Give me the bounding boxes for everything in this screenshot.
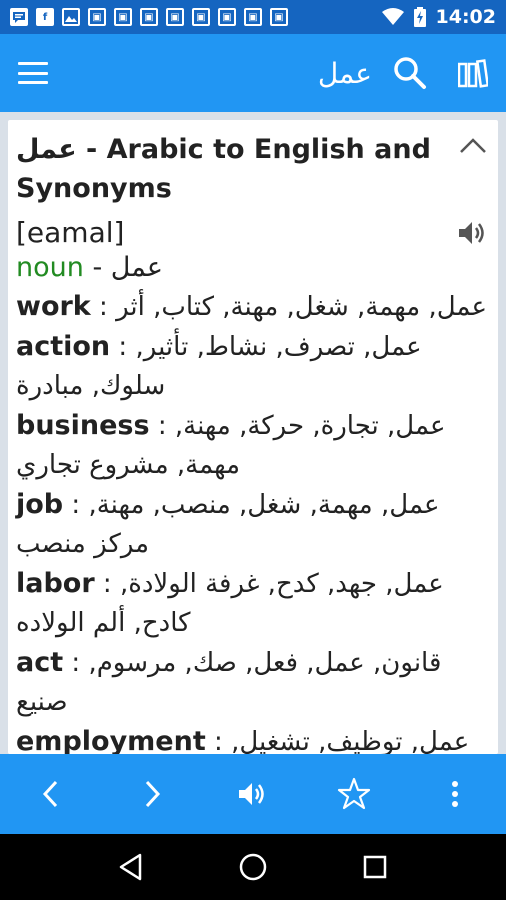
meaning-row: work : عمل, مهمة, شغل, مهنة, كتاب, أثر bbox=[16, 287, 488, 327]
meaning-row: job : عمل, مهمة, شغل, منصب, مهنة, مركز م… bbox=[16, 485, 488, 564]
content-area: عمل - Arabic to English and Synonyms [ea… bbox=[0, 112, 506, 754]
meaning-separator: : bbox=[90, 292, 117, 322]
meanings-list: work : عمل, مهمة, شغل, مهنة, كتاب, أثر ac… bbox=[16, 287, 488, 754]
meaning-separator: : bbox=[110, 332, 136, 362]
speak-button[interactable] bbox=[231, 772, 275, 816]
app-icon: ▣ bbox=[114, 8, 132, 26]
part-of-speech-row: noun - عمل bbox=[16, 249, 488, 287]
meaning-word[interactable]: work bbox=[16, 291, 91, 322]
app-icon: ▣ bbox=[218, 8, 236, 26]
speaker-icon bbox=[238, 783, 264, 805]
app-icon: ▣ bbox=[166, 8, 184, 26]
facebook-icon: f bbox=[36, 8, 54, 26]
bottom-toolbar bbox=[0, 754, 506, 834]
books-icon[interactable] bbox=[458, 58, 488, 88]
meaning-row: employment : عمل, توظيف, تشغيل, استخدام,… bbox=[16, 722, 488, 754]
app-icon: ▣ bbox=[192, 8, 210, 26]
search-query-title[interactable]: عمل bbox=[48, 57, 392, 90]
entry-heading: عمل - Arabic to English and Synonyms bbox=[16, 134, 431, 204]
phonetic-transcription: [eamal] bbox=[16, 216, 125, 249]
star-icon bbox=[338, 777, 371, 810]
back-button[interactable] bbox=[29, 772, 73, 816]
image-icon bbox=[62, 8, 80, 26]
meaning-row: action : عمل, تصرف, نشاط, تأثير, سلوك, م… bbox=[16, 327, 488, 406]
meaning-separator: : bbox=[63, 490, 89, 520]
favorite-button[interactable] bbox=[332, 772, 376, 816]
nav-home-icon bbox=[239, 853, 267, 881]
meaning-separator: : bbox=[149, 411, 175, 441]
meaning-row: act : قانون, عمل, فعل, صك, مرسوم, صنيع bbox=[16, 643, 488, 722]
nav-home-button[interactable] bbox=[233, 847, 273, 887]
meaning-separator: : bbox=[63, 648, 89, 678]
app-icon: ▣ bbox=[140, 8, 158, 26]
forward-button[interactable] bbox=[130, 772, 174, 816]
nav-recents-button[interactable] bbox=[355, 847, 395, 887]
speaker-icon[interactable] bbox=[456, 217, 488, 249]
message-icon bbox=[10, 8, 28, 26]
app-icon: ▣ bbox=[88, 8, 106, 26]
meaning-separator: : bbox=[94, 569, 120, 599]
more-vert-icon bbox=[452, 781, 459, 807]
meaning-word[interactable]: act bbox=[16, 647, 63, 678]
notification-icons: f ▣ ▣ ▣ ▣ ▣ ▣ ▣ ▣ bbox=[10, 8, 382, 26]
nav-back-icon bbox=[119, 853, 142, 881]
search-icon[interactable] bbox=[392, 55, 428, 91]
part-of-speech: noun bbox=[16, 252, 84, 283]
system-nav-bar bbox=[0, 834, 506, 900]
more-options-button[interactable] bbox=[433, 772, 477, 816]
app-icon: ▣ bbox=[270, 8, 288, 26]
battery-charging-icon bbox=[413, 7, 426, 27]
nav-recents-icon bbox=[363, 855, 387, 879]
app-bar: عمل bbox=[0, 34, 506, 112]
hamburger-icon[interactable] bbox=[18, 62, 48, 84]
meaning-word[interactable]: employment bbox=[16, 726, 206, 754]
pos-separator: - bbox=[83, 252, 111, 283]
phonetic-row: [eamal] bbox=[16, 216, 488, 249]
pos-word: عمل bbox=[110, 252, 163, 283]
meaning-word[interactable]: labor bbox=[16, 568, 95, 599]
entry-card: عمل - Arabic to English and Synonyms [ea… bbox=[8, 120, 498, 754]
chevron-up-icon[interactable] bbox=[458, 134, 488, 158]
meaning-row: business : عمل, تجارة, حركة, مهنة, مهمة,… bbox=[16, 406, 488, 485]
meaning-word[interactable]: action bbox=[16, 331, 110, 362]
wifi-icon bbox=[381, 8, 404, 25]
back-icon bbox=[42, 780, 57, 808]
meaning-word[interactable]: business bbox=[16, 410, 150, 441]
app-icon: ▣ bbox=[244, 8, 262, 26]
meaning-separator: : bbox=[205, 727, 232, 754]
meaning-word[interactable]: job bbox=[16, 489, 63, 520]
nav-back-button[interactable] bbox=[111, 847, 151, 887]
status-time: 14:02 bbox=[435, 6, 496, 28]
forward-icon bbox=[145, 780, 160, 808]
meaning-synonyms: عمل, مهمة, شغل, مهنة, كتاب, أثر bbox=[116, 292, 487, 322]
status-bar: f ▣ ▣ ▣ ▣ ▣ ▣ ▣ ▣ 14:02 bbox=[0, 0, 506, 34]
meaning-row: labor : عمل, جهد, كدح, غرفة الولادة, كاد… bbox=[16, 564, 488, 643]
